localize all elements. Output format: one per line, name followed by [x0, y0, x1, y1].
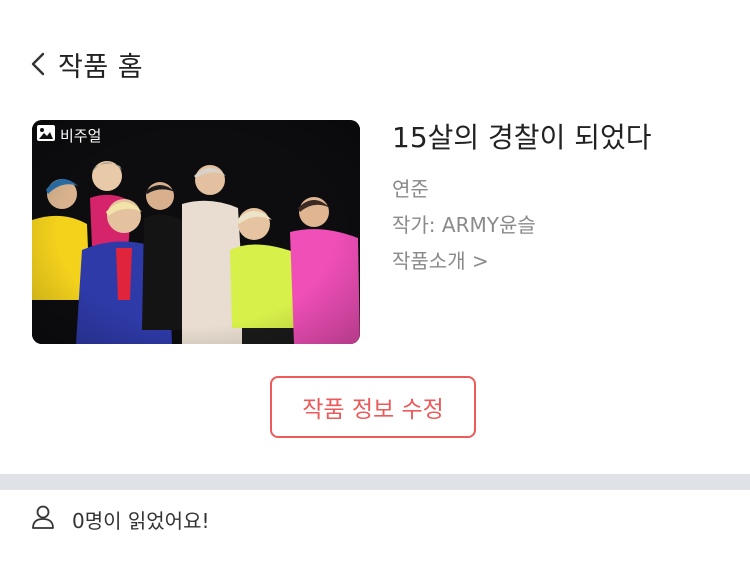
- cover-image[interactable]: 비주얼: [32, 120, 360, 344]
- readers-count: 0명이 읽었어요!: [72, 508, 210, 533]
- image-icon: [36, 124, 56, 146]
- section-divider: [0, 474, 750, 490]
- edit-work-info-button[interactable]: 작품 정보 수정: [270, 376, 476, 438]
- chevron-left-icon: [30, 51, 46, 77]
- readers-row: 0명이 읽었어요!: [30, 504, 210, 534]
- back-button[interactable]: 작품 홈: [30, 44, 143, 84]
- page-title: 작품 홈: [58, 51, 144, 83]
- work-intro-link[interactable]: 작품소개 >: [392, 246, 732, 276]
- cover-illustration: [32, 120, 360, 344]
- cover-badge: 비주얼: [36, 124, 101, 146]
- work-genre: 연준: [392, 177, 429, 201]
- work-author[interactable]: 작가: ARMY윤슬: [392, 210, 732, 240]
- top-bar: 작품 홈: [0, 0, 750, 120]
- person-icon: [30, 504, 56, 534]
- work-title: 15살의 경찰이 되었다: [392, 121, 652, 154]
- cover-badge-label: 비주얼: [60, 126, 102, 145]
- work-info: 15살의 경찰이 되었다 연준 작가: ARMY윤슬 작품소개 >: [392, 118, 732, 276]
